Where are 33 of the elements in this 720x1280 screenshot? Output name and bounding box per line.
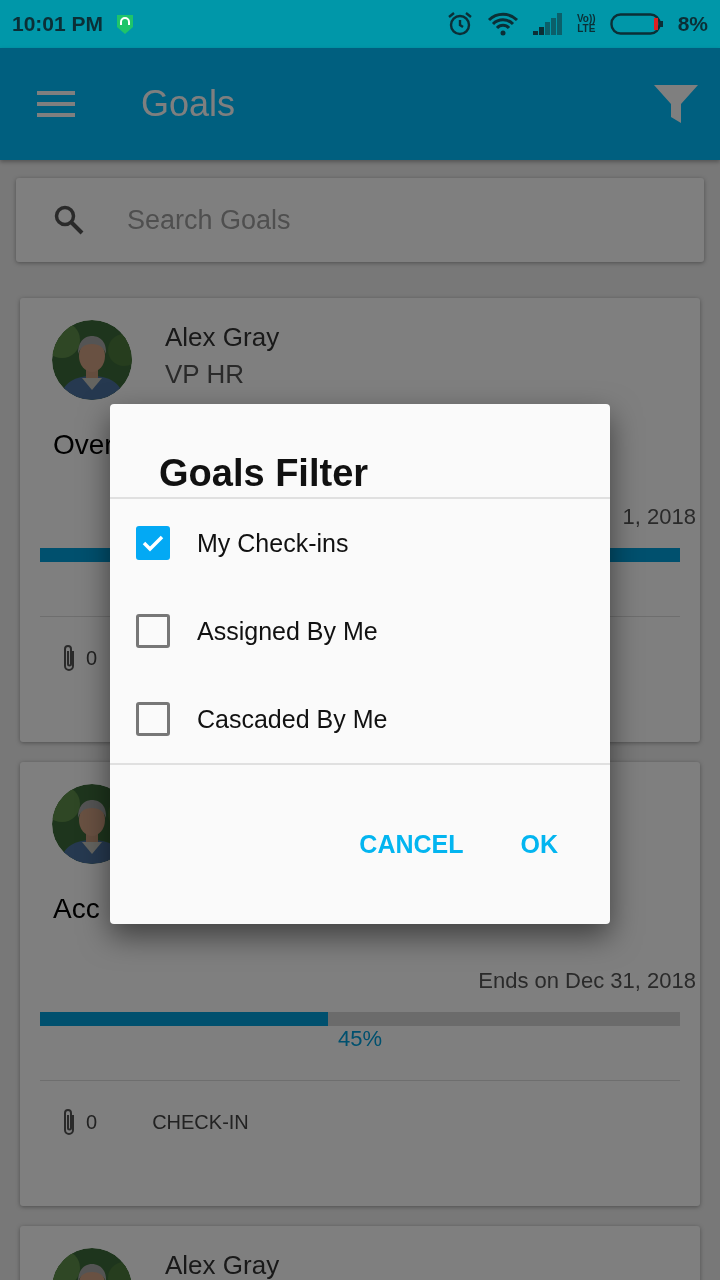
option-label: Cascaded By Me [197, 704, 388, 734]
end-date: Ends on Dec 31, 2018 [477, 967, 696, 995]
dialog-title: Goals Filter [158, 451, 370, 496]
clock-time: 10:01 PM [12, 12, 104, 36]
goal-title: Acc [53, 892, 100, 926]
battery-percentage: 8% [677, 12, 708, 36]
ok-button[interactable]: OK [520, 830, 558, 859]
option-label: My Check-ins [197, 528, 349, 558]
battery-icon [609, 12, 664, 36]
checkbox[interactable] [136, 526, 170, 560]
attachment-count: 0 [86, 1110, 98, 1134]
person-name: Alex Gray [165, 322, 280, 353]
attachment-count: 0 [86, 646, 98, 670]
progress-percent: 45% [337, 1026, 382, 1051]
alarm-icon [446, 11, 473, 37]
filter-icon[interactable] [654, 85, 698, 123]
volte-icon: Vo)) LTE [576, 14, 596, 34]
menu-icon[interactable] [37, 90, 75, 118]
signal-icon [532, 13, 563, 35]
cancel-button[interactable]: CANCEL [359, 830, 464, 859]
check-in-button[interactable]: CHECK-IN [152, 1110, 249, 1134]
goal-title: Over [53, 428, 114, 462]
checkbox[interactable] [136, 614, 170, 648]
person-role: VP HR [165, 359, 245, 390]
option-label: Assigned By Me [197, 616, 378, 646]
app-title: Goals [141, 83, 237, 125]
checkbox[interactable] [136, 702, 170, 736]
headset-icon [115, 13, 136, 35]
checkmark-icon [142, 534, 164, 552]
wifi-icon [486, 12, 519, 36]
person-name: Alex Gray [165, 1250, 280, 1280]
search-icon [54, 205, 84, 235]
end-date: 1, 2018 [621, 503, 696, 531]
